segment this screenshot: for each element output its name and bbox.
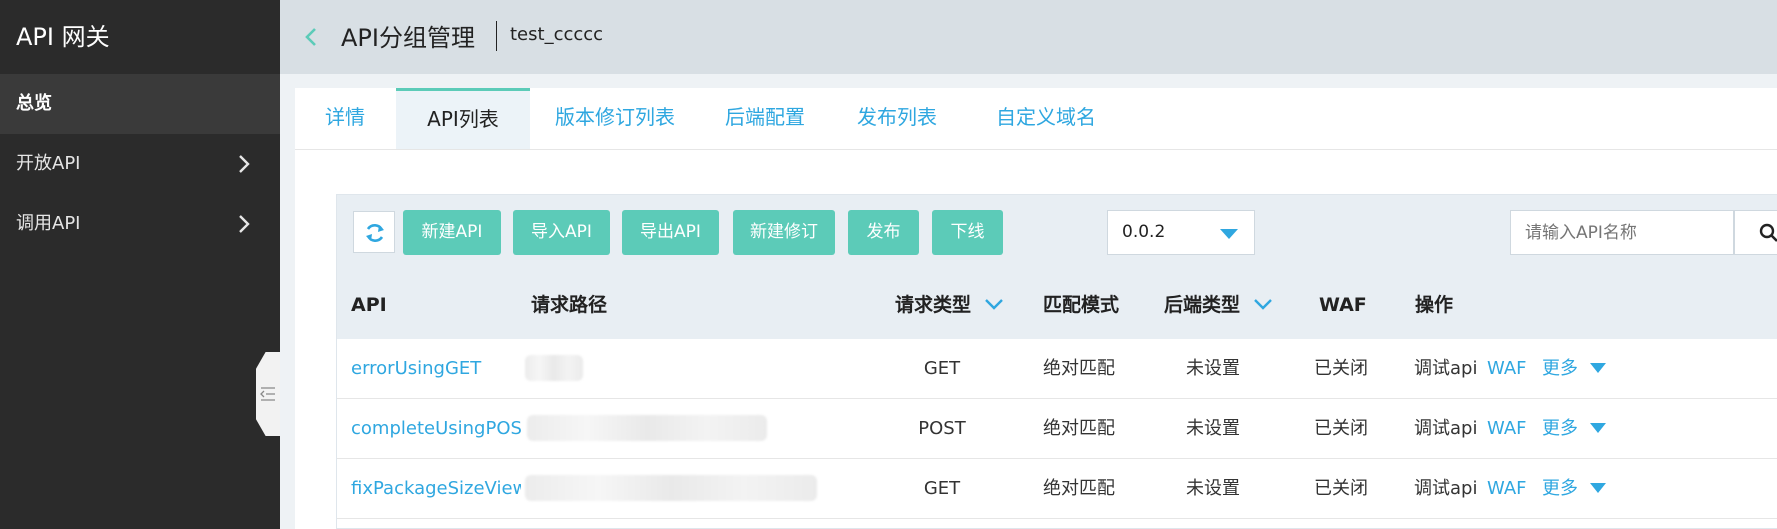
debug-api-link[interactable]: 调试api bbox=[1414, 399, 1477, 458]
api-name-link[interactable]: errorUsingGET bbox=[351, 339, 521, 398]
search-input[interactable] bbox=[1510, 210, 1734, 255]
chevron-right-icon bbox=[239, 155, 250, 173]
backend-cell: 未设置 bbox=[1186, 358, 1240, 379]
match-cell: 绝对匹配 bbox=[1043, 358, 1115, 379]
caret-down-icon bbox=[1589, 362, 1606, 373]
tab-backend-config[interactable]: 后端配置 bbox=[700, 88, 830, 149]
collapse-sidebar-button[interactable] bbox=[256, 352, 280, 436]
method-cell: GET bbox=[923, 478, 961, 499]
version-select[interactable]: 0.0.2 bbox=[1107, 210, 1255, 255]
more-dropdown[interactable]: 更多 bbox=[1542, 459, 1606, 518]
offline-button[interactable]: 下线 bbox=[932, 210, 1003, 255]
waf-status-cell: 已关闭 bbox=[1314, 418, 1368, 439]
api-name-link[interactable]: fixPackageSizeViewUs bbox=[351, 459, 521, 518]
refresh-icon bbox=[366, 224, 384, 242]
column-header-ops: 操作 bbox=[1415, 294, 1454, 316]
refresh-button[interactable] bbox=[353, 211, 395, 253]
export-api-button[interactable]: 导出API bbox=[622, 210, 719, 255]
new-api-button[interactable]: 新建API bbox=[403, 210, 501, 255]
api-name-link[interactable]: completeUsingPOST bbox=[351, 399, 521, 458]
group-name: test_ccccc bbox=[510, 24, 604, 45]
more-label: 更多 bbox=[1542, 478, 1578, 499]
tab-publish-list[interactable]: 发布列表 bbox=[830, 88, 964, 149]
version-value: 0.0.2 bbox=[1122, 222, 1166, 242]
page-title: API分组管理 bbox=[341, 24, 475, 52]
redacted-path bbox=[525, 475, 817, 501]
toolbar: 新建API 导入API 导出API 新建修订 发布 下线 0.0.2 bbox=[337, 195, 1777, 271]
column-header-label: 后端类型 bbox=[1164, 294, 1241, 316]
sidebar-item-label: 调用API bbox=[16, 213, 81, 234]
title-divider bbox=[496, 21, 497, 51]
sidebar-item-label: 开放API bbox=[16, 153, 81, 174]
sidebar-item-open-api[interactable]: 开放API bbox=[0, 134, 280, 194]
caret-down-icon bbox=[1589, 422, 1606, 433]
import-api-button[interactable]: 导入API bbox=[513, 210, 610, 255]
waf-status-cell: 已关闭 bbox=[1314, 358, 1368, 379]
main-content: 详情 API列表 版本修订列表 后端配置 发布列表 自定义域名 新建API 导入… bbox=[280, 74, 1777, 529]
waf-link[interactable]: WAF bbox=[1487, 399, 1526, 458]
tab-bar: 详情 API列表 版本修订列表 后端配置 发布列表 自定义域名 bbox=[295, 88, 1777, 150]
header: API分组管理 test_ccccc bbox=[280, 0, 1777, 74]
debug-api-link[interactable]: 调试api bbox=[1414, 339, 1477, 398]
waf-link[interactable]: WAF bbox=[1487, 459, 1526, 518]
tab-details[interactable]: 详情 bbox=[295, 88, 395, 149]
waf-link[interactable]: WAF bbox=[1487, 339, 1526, 398]
column-header-label: 请求类型 bbox=[895, 294, 972, 316]
column-header-waf: WAF bbox=[1319, 294, 1367, 316]
chevron-right-icon bbox=[239, 215, 250, 233]
search-button[interactable] bbox=[1734, 210, 1777, 255]
column-header-backend[interactable]: 后端类型 bbox=[1164, 271, 1273, 339]
debug-api-link[interactable]: 调试api bbox=[1414, 459, 1477, 518]
sidebar: API 网关 总览 开放API 调用API bbox=[0, 0, 280, 529]
table-row: errorUsingGET GET 绝对匹配 未设置 已关闭 调试api WAF… bbox=[337, 339, 1777, 399]
caret-down-icon bbox=[1220, 229, 1238, 239]
redacted-path bbox=[527, 415, 767, 441]
waf-status-cell: 已关闭 bbox=[1314, 478, 1368, 499]
publish-button[interactable]: 发布 bbox=[848, 210, 919, 255]
column-header-api: API bbox=[351, 294, 387, 316]
chevron-down-icon bbox=[984, 299, 1003, 310]
new-revision-button[interactable]: 新建修订 bbox=[733, 210, 835, 255]
tab-custom-domain[interactable]: 自定义域名 bbox=[964, 88, 1128, 149]
match-cell: 绝对匹配 bbox=[1043, 478, 1115, 499]
more-label: 更多 bbox=[1542, 418, 1578, 439]
more-dropdown[interactable]: 更多 bbox=[1542, 339, 1606, 398]
table-header: API 请求路径 请求类型 匹配模式 后端类型 WAF 操作 bbox=[337, 271, 1777, 339]
panel: 详情 API列表 版本修订列表 后端配置 发布列表 自定义域名 新建API 导入… bbox=[295, 88, 1777, 529]
collapse-icon bbox=[260, 387, 275, 401]
method-cell: POST bbox=[918, 418, 966, 439]
chevron-down-icon bbox=[1253, 299, 1272, 310]
more-label: 更多 bbox=[1542, 358, 1578, 379]
backend-cell: 未设置 bbox=[1186, 478, 1240, 499]
api-list-container: 新建API 导入API 导出API 新建修订 发布 下线 0.0.2 请输入AP… bbox=[336, 194, 1777, 529]
method-cell: GET bbox=[923, 358, 961, 379]
search-icon bbox=[1759, 223, 1777, 242]
sidebar-item-call-api[interactable]: 调用API bbox=[0, 194, 280, 254]
table-row: completeUsingPOST POST 绝对匹配 未设置 已关闭 调试ap… bbox=[337, 399, 1777, 459]
app-title: API 网关 bbox=[16, 23, 110, 51]
sidebar-item-label: 总览 bbox=[16, 93, 52, 114]
tab-api-list[interactable]: API列表 bbox=[396, 88, 530, 149]
sidebar-item-overview[interactable]: 总览 bbox=[0, 74, 280, 134]
tab-revisions[interactable]: 版本修订列表 bbox=[530, 88, 700, 149]
more-dropdown[interactable]: 更多 bbox=[1542, 399, 1606, 458]
column-header-match: 匹配模式 bbox=[1043, 294, 1120, 316]
redacted-path bbox=[525, 355, 583, 381]
match-cell: 绝对匹配 bbox=[1043, 418, 1115, 439]
back-icon[interactable] bbox=[300, 26, 322, 48]
caret-down-icon bbox=[1589, 482, 1606, 493]
table-row: fixPackageSizeViewUs GET 绝对匹配 未设置 已关闭 调试… bbox=[337, 459, 1777, 519]
column-header-path: 请求路径 bbox=[531, 294, 608, 316]
backend-cell: 未设置 bbox=[1186, 418, 1240, 439]
column-header-method[interactable]: 请求类型 bbox=[895, 271, 1004, 339]
